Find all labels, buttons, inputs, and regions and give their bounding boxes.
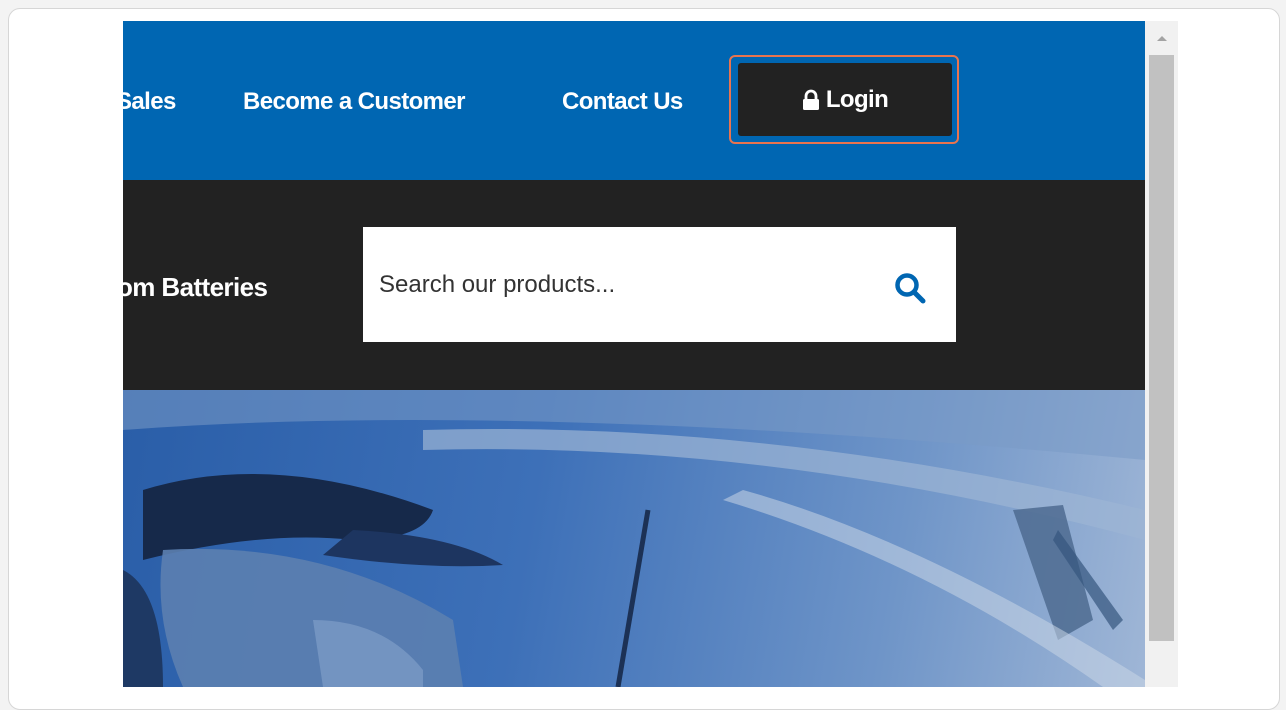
search-input[interactable]	[379, 267, 859, 303]
hero-image	[123, 390, 1145, 687]
lock-icon	[802, 89, 820, 111]
page-viewport: Sales Become a Customer Contact Us Login…	[123, 21, 1145, 687]
login-button[interactable]: Login	[738, 63, 952, 136]
top-navigation: Sales Become a Customer Contact Us Login	[123, 21, 1145, 180]
category-link-batteries[interactable]: om Batteries	[123, 272, 268, 302]
hero-photo-driver-in-car	[123, 390, 1145, 687]
search-band: om Batteries	[123, 180, 1145, 390]
nav-link-become-a-customer[interactable]: Become a Customer	[243, 87, 465, 117]
chevron-up-icon[interactable]	[1145, 21, 1178, 54]
nav-link-contact-us[interactable]: Contact Us	[562, 87, 683, 117]
vertical-scrollbar[interactable]	[1145, 21, 1178, 687]
search-icon[interactable]	[891, 269, 931, 309]
login-label: Login	[825, 85, 889, 113]
nav-link-sales[interactable]: Sales	[123, 87, 176, 117]
search-box	[363, 227, 956, 342]
scrollbar-thumb[interactable]	[1149, 55, 1174, 641]
